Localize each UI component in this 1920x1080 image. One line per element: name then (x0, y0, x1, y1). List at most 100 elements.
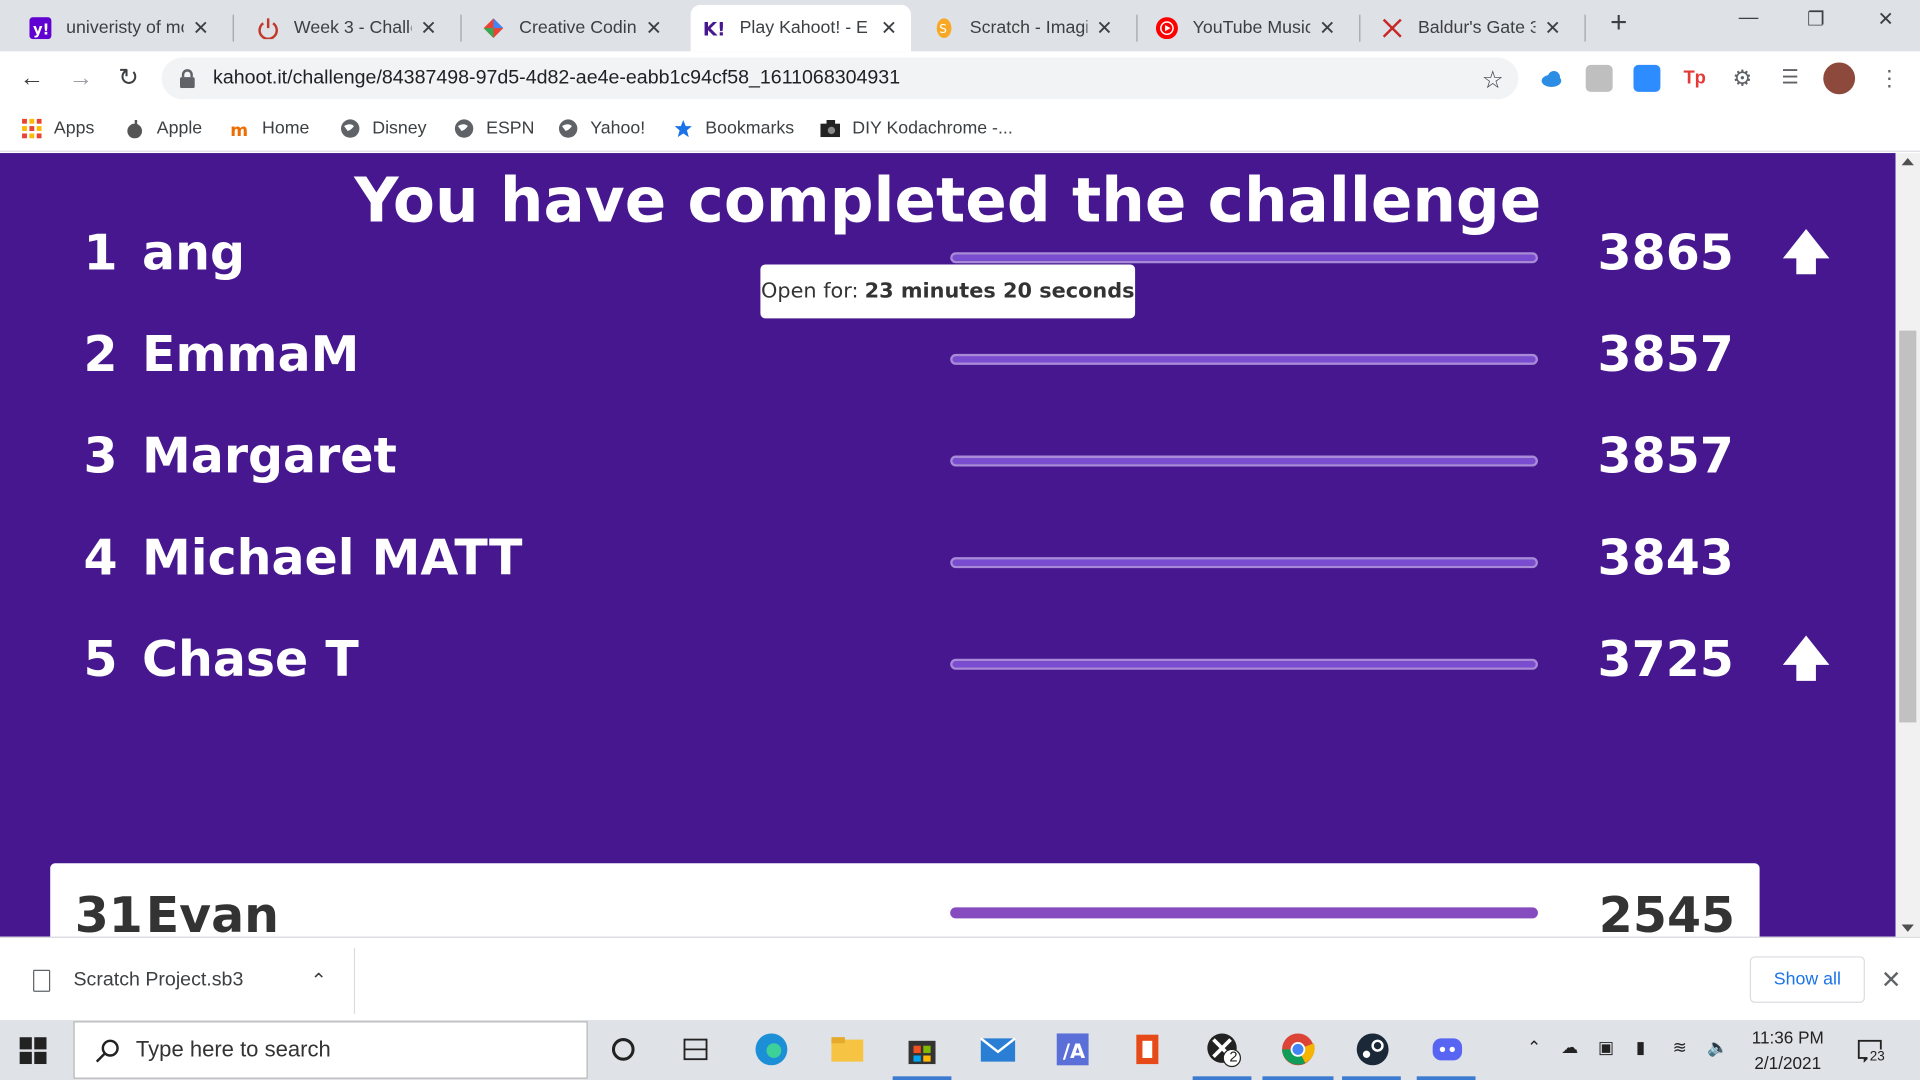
cortana-icon[interactable] (605, 1031, 642, 1068)
task-view-icon[interactable] (677, 1031, 714, 1068)
forward-button[interactable]: → (64, 61, 98, 95)
kahoot-challenge-page: You have completed the challenge Open fo… (0, 153, 1896, 937)
browser-toolbar: ← → ↻ kahoot.it/challenge/84387498-97d5-… (0, 51, 1920, 106)
new-tab-button[interactable]: + (1604, 8, 1633, 39)
tab-close-icon[interactable]: ✕ (879, 16, 899, 40)
tray-app-icon[interactable]: ▣ (1598, 1037, 1614, 1058)
action-center-icon[interactable]: 23 (1856, 1037, 1888, 1065)
tab-close-icon[interactable]: ✕ (644, 16, 664, 40)
show-all-button[interactable]: Show all (1749, 956, 1865, 1003)
bookmark-item[interactable]: ESPN (454, 115, 534, 142)
browser-tab[interactable]: Baldur's Gate 3 ✕ (1369, 5, 1575, 52)
leaderboard-row: 5 Chase T 3725 (0, 610, 1896, 708)
svg-text:/A: /A (1063, 1040, 1086, 1063)
bookmark-item[interactable]: Apps (22, 115, 94, 142)
score-progress-fill (952, 254, 1536, 261)
browser-tab[interactable]: Week 3 - Challe ✕ (245, 5, 451, 52)
microsoft-store-icon[interactable] (904, 1031, 941, 1068)
volume-icon[interactable]: 🔈 (1707, 1037, 1728, 1058)
svg-text:S: S (939, 22, 947, 36)
youtube-music-icon (1155, 17, 1178, 40)
running-indicator (1416, 1076, 1476, 1080)
tab-strip: y! univeristy of mo ✕ Week 3 - Challe ✕ Creat… (0, 0, 1920, 52)
bookmark-item[interactable]: Apple (125, 115, 202, 142)
player-score: 3857 (1597, 428, 1734, 485)
chrome-icon[interactable] (1280, 1031, 1317, 1068)
bookmark-item[interactable]: DIY Kodachrome -... (820, 115, 1013, 142)
wifi-icon[interactable]: ≋ (1673, 1037, 1687, 1058)
bookmark-item[interactable]: m Home (230, 115, 309, 142)
leaderboard-row: 3 Margaret 3857 (0, 407, 1896, 505)
apple-icon (125, 119, 145, 139)
running-indicator (1192, 1076, 1252, 1080)
minimize-button[interactable]: — (1724, 7, 1773, 36)
scroll-down-arrow[interactable] (1901, 924, 1914, 932)
running-indicator (892, 1076, 952, 1080)
mail-icon[interactable] (980, 1031, 1017, 1068)
profile-avatar[interactable] (1823, 62, 1856, 95)
scroll-thumb[interactable] (1899, 330, 1917, 723)
download-item[interactable]: Scratch Project.sb3 ⌃ (0, 947, 356, 1014)
close-downloads-icon[interactable]: ✕ (1881, 965, 1902, 996)
bookmark-item[interactable]: Yahoo! (558, 115, 645, 142)
steam-icon[interactable] (1354, 1031, 1391, 1068)
leaderboard-row: 4 Michael MATT 3843 (0, 508, 1896, 606)
taskbar-search-input[interactable]: Type here to search (73, 1021, 588, 1079)
tab-close-icon[interactable]: ✕ (1318, 16, 1338, 40)
xbox-icon[interactable]: 2 (1205, 1031, 1242, 1068)
windows-taskbar: Type here to search /A 2 ⌃ ☁ ▣ ▮ ≋ 🔈 11:… (0, 1020, 1920, 1080)
tp-extension-icon[interactable]: Tp (1681, 65, 1708, 92)
office-icon[interactable] (1129, 1031, 1166, 1068)
running-indicator (1342, 1076, 1401, 1080)
bookmark-label: Apps (53, 118, 95, 139)
self-leaderboard-row: 31 Evan 2545 (50, 863, 1760, 937)
tab-close-icon[interactable]: ✕ (1543, 16, 1563, 40)
address-bar[interactable]: kahoot.it/challenge/84387498-97d5-4d82-a… (161, 57, 1519, 100)
score-progress-fill (952, 356, 1536, 363)
edge-browser-icon[interactable] (753, 1031, 790, 1068)
bookmark-star-icon[interactable]: ☆ (1482, 65, 1504, 96)
vertical-scrollbar[interactable] (1895, 153, 1920, 937)
tab-close-icon[interactable]: ✕ (419, 16, 439, 40)
file-explorer-icon[interactable] (829, 1031, 866, 1068)
tab-label: Week 3 - Challe (293, 18, 412, 38)
close-window-button[interactable]: ✕ (1861, 7, 1910, 36)
extensions-puzzle-icon[interactable]: ⚙ (1729, 65, 1756, 92)
zoom-extension-icon[interactable] (1633, 64, 1661, 92)
tab-close-icon[interactable]: ✕ (191, 16, 211, 40)
onedrive-cloud-icon[interactable] (1538, 65, 1565, 92)
taskbar-clock[interactable]: 11:36 PM 2/1/2021 (1744, 1025, 1832, 1076)
self-score: 2545 (1598, 887, 1736, 937)
browser-tab[interactable]: S Scratch - Imagin ✕ (921, 5, 1127, 52)
download-file-name: Scratch Project.sb3 (73, 969, 244, 991)
chevron-up-icon[interactable]: ⌃ (311, 969, 327, 993)
yahoo-icon: y! (29, 17, 52, 40)
reload-button[interactable]: ↻ (111, 61, 145, 95)
restore-button[interactable]: ❐ (1791, 7, 1840, 36)
vpn-app-icon[interactable]: /A (1054, 1031, 1091, 1068)
show-hidden-icons-chevron-icon[interactable]: ⌃ (1527, 1037, 1541, 1058)
browser-tab[interactable]: Creative Coding ✕ (470, 5, 676, 52)
browser-tab[interactable]: y! univeristy of mo ✕ (17, 5, 223, 52)
bookmark-item[interactable]: Bookmarks (673, 115, 794, 142)
windows-start-icon[interactable] (19, 1037, 47, 1065)
svg-text:y!: y! (33, 21, 49, 38)
clock-time: 11:36 PM (1751, 1027, 1824, 1047)
scroll-up-arrow[interactable] (1901, 157, 1914, 166)
onedrive-tray-icon[interactable]: ☁ (1561, 1037, 1578, 1058)
bookmark-label: DIY Kodachrome -... (852, 118, 1013, 139)
tab-close-icon[interactable]: ✕ (1095, 16, 1115, 40)
browser-tab[interactable]: K! Play Kahoot! - E ✕ (690, 4, 912, 52)
power-icon (257, 17, 279, 40)
discord-icon[interactable] (1429, 1031, 1466, 1068)
bookmark-label: ESPN (486, 118, 535, 139)
rank-up-arrow-icon (1782, 228, 1830, 275)
browser-tab[interactable]: YouTube Music ✕ (1144, 5, 1350, 52)
media-queue-icon[interactable]: ☰ (1777, 65, 1804, 92)
back-button[interactable]: ← (15, 61, 49, 95)
score-progress-fill (952, 661, 1536, 668)
extension-grey-icon[interactable] (1585, 64, 1613, 92)
browser-menu-icon[interactable]: ⋮ (1876, 65, 1903, 92)
bookmark-item[interactable]: Disney (340, 115, 427, 142)
battery-icon[interactable]: ▮ (1636, 1037, 1645, 1058)
